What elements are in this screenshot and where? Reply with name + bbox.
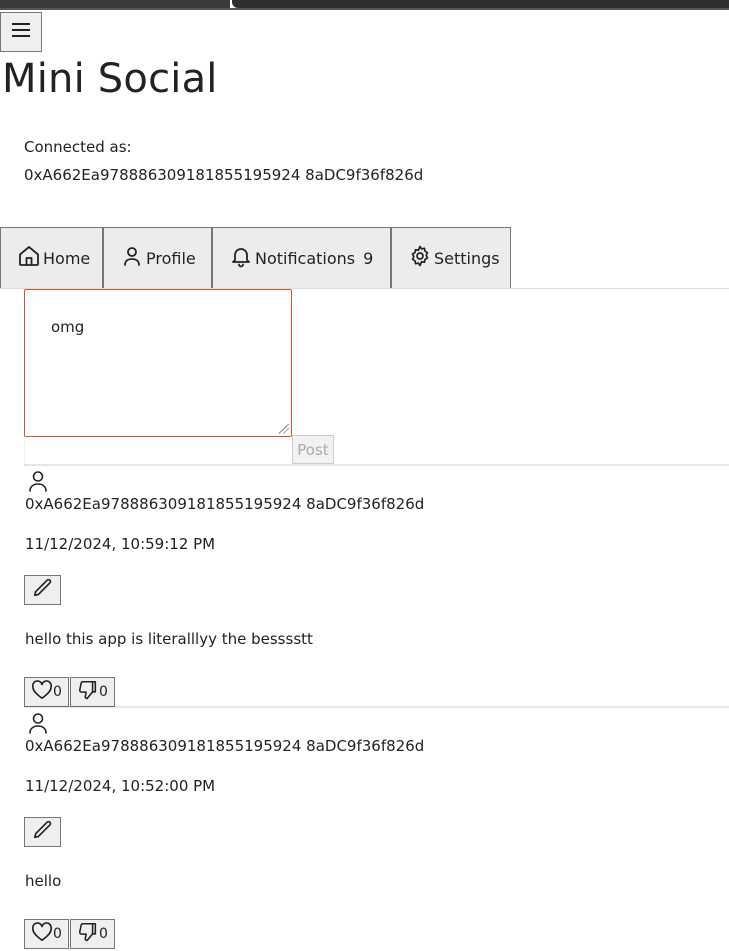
gear-icon bbox=[408, 244, 434, 272]
dislike-count: 0 bbox=[99, 926, 108, 942]
tab-notifications[interactable]: Notifications 9 bbox=[212, 227, 391, 289]
connected-address: 0xA662Ea978886309181855195924 8aDC9f36f8… bbox=[24, 166, 424, 184]
dislike-count: 0 bbox=[99, 684, 108, 700]
edit-post-button[interactable] bbox=[24, 575, 61, 605]
post-timestamp: 11/12/2024, 10:52:00 PM bbox=[25, 777, 216, 795]
browser-top-strip bbox=[0, 0, 729, 10]
hamburger-icon bbox=[11, 21, 31, 43]
tab-home[interactable]: Home bbox=[0, 227, 103, 289]
like-button[interactable]: 0 bbox=[24, 919, 69, 949]
thumbs-down-icon bbox=[77, 679, 99, 705]
app-title: Mini Social bbox=[2, 56, 218, 102]
connected-label: Connected as: bbox=[24, 138, 132, 156]
home-icon bbox=[17, 244, 43, 272]
post-author: 0xA662Ea978886309181855195924 8aDC9f36f8… bbox=[25, 495, 425, 513]
like-button[interactable]: 0 bbox=[24, 677, 69, 707]
dislike-button[interactable]: 0 bbox=[70, 677, 115, 707]
nav-tabs: Home Profile Notifications 9 Settings bbox=[0, 227, 511, 289]
tab-settings-label: Settings bbox=[434, 248, 500, 268]
like-count: 0 bbox=[53, 684, 62, 700]
browser-strip-left bbox=[0, 0, 230, 8]
post-card: 0xA662Ea978886309181855195924 8aDC9f36f8… bbox=[24, 708, 729, 951]
notifications-count-badge: 9 bbox=[363, 248, 374, 268]
user-avatar-icon bbox=[28, 470, 48, 492]
bell-icon bbox=[229, 244, 255, 272]
dislike-button[interactable]: 0 bbox=[70, 919, 115, 949]
heart-icon bbox=[31, 680, 53, 704]
post-reactions: 0 0 bbox=[24, 919, 115, 949]
post-author: 0xA662Ea978886309181855195924 8aDC9f36f8… bbox=[25, 737, 425, 755]
tab-profile-label: Profile bbox=[146, 248, 196, 268]
edit-post-button[interactable] bbox=[24, 817, 61, 847]
tab-home-label: Home bbox=[43, 248, 91, 268]
post-content: hello bbox=[25, 872, 62, 890]
post-reactions: 0 0 bbox=[24, 677, 115, 707]
like-count: 0 bbox=[53, 926, 62, 942]
tab-notifications-label: Notifications bbox=[255, 248, 356, 268]
resize-grip-icon[interactable] bbox=[279, 424, 289, 434]
tab-settings[interactable]: Settings bbox=[391, 227, 511, 289]
heart-icon bbox=[31, 922, 53, 946]
composer-text: omg bbox=[51, 318, 85, 336]
tab-profile[interactable]: Profile bbox=[103, 227, 212, 289]
post-card: 0xA662Ea978886309181855195924 8aDC9f36f8… bbox=[24, 466, 729, 709]
browser-strip-line bbox=[0, 8, 729, 10]
post-timestamp: 11/12/2024, 10:59:12 PM bbox=[25, 535, 216, 553]
pencil-icon bbox=[32, 819, 54, 845]
post-content: hello this app is literalllyy the bessss… bbox=[25, 630, 313, 648]
menu-button[interactable] bbox=[0, 12, 42, 52]
browser-strip-right bbox=[232, 0, 729, 8]
post-composer-textarea[interactable]: omg bbox=[24, 289, 292, 437]
thumbs-down-icon bbox=[77, 921, 99, 947]
post-button[interactable]: Post bbox=[292, 435, 334, 464]
user-icon bbox=[120, 244, 146, 272]
user-avatar-icon bbox=[28, 712, 48, 734]
pencil-icon bbox=[32, 577, 54, 603]
